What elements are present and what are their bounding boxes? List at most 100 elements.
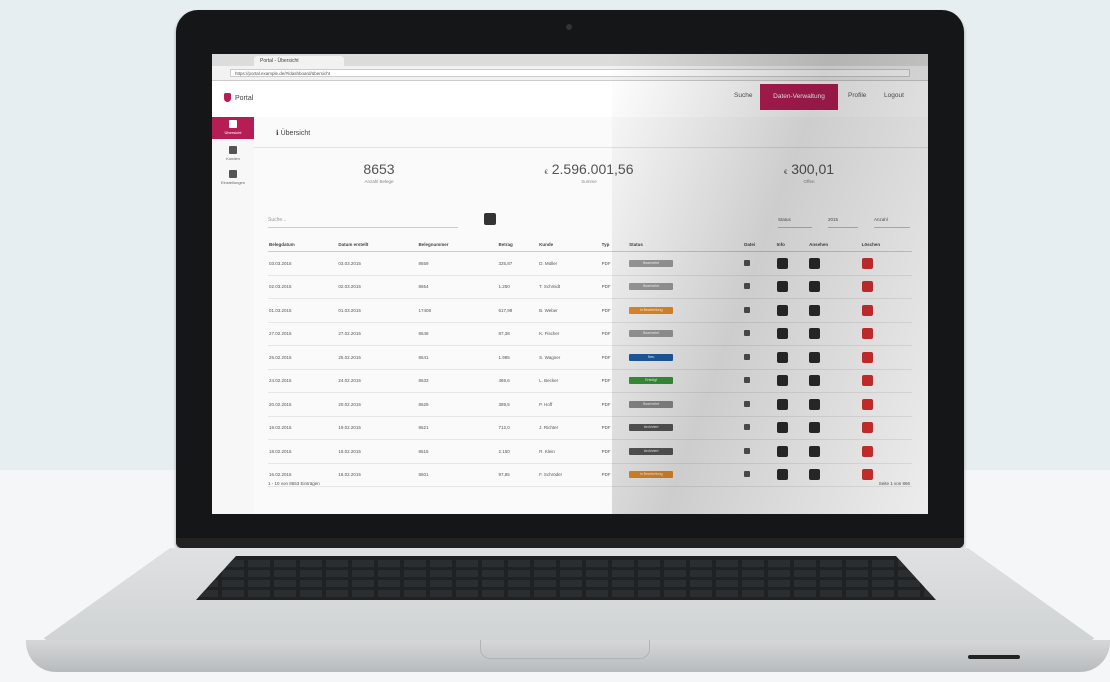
column-header[interactable]: Ansehen [808, 237, 861, 252]
info-button[interactable] [776, 304, 788, 316]
info-button[interactable] [776, 328, 788, 340]
search-input[interactable]: Suche... [268, 217, 458, 228]
pagination-info: 1 - 10 von 8653 Einträgen [268, 481, 320, 486]
brand[interactable]: Portal [224, 93, 253, 102]
table-cell-nummer: 8601 [417, 463, 498, 487]
table-row[interactable]: 25.02.2015 25.02.2015 8641 1.985 S. Wagner PD… [268, 345, 912, 370]
delete-button[interactable] [861, 445, 873, 457]
table-cell-nummer: 8621 [417, 416, 498, 440]
table-row[interactable]: 24.02.2015 24.02.2015 8633 469,6 L. Becker PD… [268, 369, 912, 393]
table-cell-belegdatum: 27.02.2015 [268, 322, 338, 346]
table-cell-betrag: 87,38 [497, 322, 539, 346]
file-icon[interactable] [744, 424, 751, 431]
column-header[interactable]: Betrag [497, 237, 539, 252]
status-badge: Bearbeitet [629, 259, 674, 267]
view-button[interactable] [809, 257, 821, 269]
delete-button[interactable] [861, 375, 873, 387]
file-icon[interactable] [744, 471, 751, 478]
view-button[interactable] [809, 375, 821, 387]
file-icon[interactable] [744, 400, 751, 407]
nav-link-search[interactable]: Suche [734, 92, 752, 99]
file-icon[interactable] [744, 447, 751, 454]
delete-button[interactable] [861, 328, 873, 340]
column-header[interactable]: Datum erstellt [337, 237, 418, 252]
column-header[interactable]: Kunde [538, 237, 601, 252]
table-row[interactable]: 27.02.2015 27.02.2015 8648 87,38 K. Fischer P… [268, 322, 912, 346]
nav-link-data-management[interactable]: Daten-Verwaltung [760, 84, 838, 110]
file-icon[interactable] [744, 259, 751, 266]
filter-status[interactable]: Status [778, 217, 812, 228]
column-header[interactable]: Löschen [860, 237, 912, 252]
delete-button[interactable] [861, 469, 873, 481]
table-cell-belegdatum: 20.02.2015 [268, 392, 338, 417]
view-button[interactable] [809, 445, 821, 457]
table-cell-action [808, 251, 861, 276]
table-cell-status: Bearbeitet [628, 322, 744, 346]
view-button[interactable] [809, 328, 821, 340]
key-row [196, 570, 936, 577]
sidebar-item-settings[interactable]: Einstellungen [212, 167, 254, 189]
table-cell-file [743, 439, 776, 464]
view-button[interactable] [809, 398, 821, 410]
view-button[interactable] [809, 351, 821, 363]
info-button[interactable] [776, 257, 788, 269]
file-icon[interactable] [744, 353, 751, 360]
delete-button[interactable] [861, 398, 873, 410]
stat-label: Summe [581, 179, 597, 184]
table-cell-betrag: 389,5 [497, 392, 539, 417]
table-row[interactable]: 18.02.2015 18.02.2015 8615 2.150 R. Klein PDF… [268, 439, 912, 464]
view-button[interactable] [809, 304, 821, 316]
status-badge: Bearbeitet [629, 283, 674, 291]
column-header[interactable]: Datei [743, 237, 776, 252]
search-button[interactable] [484, 213, 496, 225]
info-button[interactable] [776, 398, 788, 410]
delete-button[interactable] [861, 281, 873, 293]
delete-button[interactable] [861, 422, 873, 434]
nav-link-profile[interactable]: Profile [848, 92, 866, 99]
info-button[interactable] [776, 375, 788, 387]
view-button[interactable] [809, 422, 821, 434]
table-cell-kunde: F. Schröder [538, 463, 601, 487]
file-icon[interactable] [744, 330, 751, 337]
info-button[interactable] [776, 351, 788, 363]
column-header[interactable]: Info [775, 237, 809, 252]
filter-year[interactable]: 2015 [828, 217, 858, 228]
pager[interactable]: Seite 1 von 866 [879, 481, 910, 486]
column-header[interactable]: Belegdatum [268, 237, 338, 252]
table-cell-typ: PDF [600, 251, 629, 276]
table-cell-belegdatum: 01.03.2015 [268, 298, 338, 323]
info-button[interactable] [776, 445, 788, 457]
delete-button[interactable] [861, 351, 873, 363]
nav-link-logout[interactable]: Logout [884, 92, 904, 99]
table-row[interactable]: 03.03.2015 03.03.2015 8659 325,87 D. Müller P… [268, 251, 912, 276]
address-bar[interactable]: https://portal.example.de/#/dashboard/üb… [230, 69, 910, 77]
info-button[interactable] [776, 281, 788, 293]
delete-button[interactable] [861, 304, 873, 316]
filter-count[interactable]: Anzahl [874, 217, 910, 228]
table-row[interactable]: 01.03.2015 01.03.2015 17408 617,98 B. Weber P… [268, 298, 912, 323]
sidebar-item-customers[interactable]: Kunden [212, 143, 254, 165]
browser-tab[interactable]: Portal - Übersicht [254, 56, 344, 66]
file-icon[interactable] [744, 377, 751, 384]
table-row[interactable]: 20.02.2015 20.02.2015 8629 389,5 P. Hoff PDF B… [268, 392, 912, 417]
delete-button[interactable] [861, 257, 873, 269]
column-header[interactable]: Belegnummer [417, 237, 498, 252]
column-header[interactable]: Typ [600, 237, 629, 252]
info-button[interactable] [776, 469, 788, 481]
table-cell-action [808, 369, 861, 393]
file-icon[interactable] [744, 306, 751, 313]
file-icon[interactable] [744, 283, 751, 290]
table-cell-belegdatum: 18.02.2015 [268, 439, 338, 464]
table-cell-betrag: 469,6 [497, 369, 539, 393]
column-header[interactable]: Status [628, 237, 744, 252]
table-cell-nummer: 8654 [417, 275, 498, 299]
table-row[interactable]: 19.02.2015 19.02.2015 8621 712,0 J. Richter P… [268, 416, 912, 440]
table-row[interactable]: 16.02.2015 16.02.2015 8601 97,85 F. Schröder… [268, 463, 912, 487]
sidebar-item-overview[interactable]: Übersicht [212, 117, 254, 139]
view-button[interactable] [809, 469, 821, 481]
table-cell-erstellt: 03.03.2015 [337, 251, 418, 276]
info-button[interactable] [776, 422, 788, 434]
table-cell-erstellt: 16.02.2015 [337, 463, 418, 487]
table-row[interactable]: 02.03.2015 02.03.2015 8654 1.250 T. Schmidt P… [268, 275, 912, 299]
view-button[interactable] [809, 281, 821, 293]
